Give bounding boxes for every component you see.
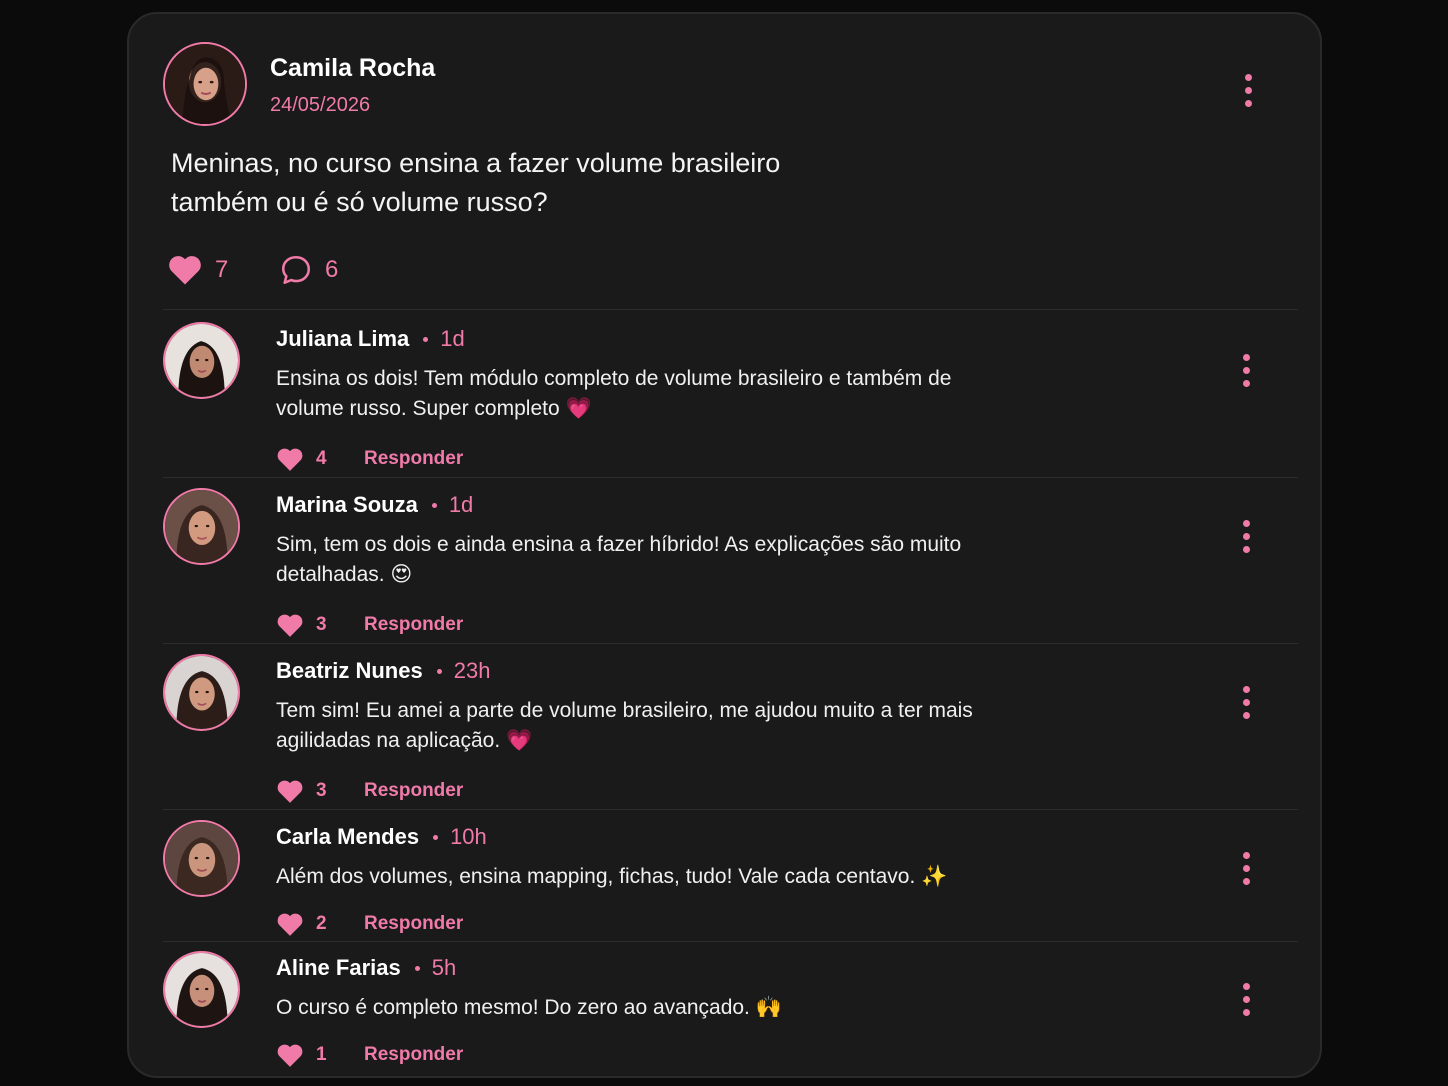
heart-icon [277,913,303,936]
comment-time: 1d [440,326,465,351]
comment-avatar[interactable] [163,654,240,731]
comment-like-count: 3 [316,780,327,801]
comment-like-button[interactable]: 4 [276,447,346,472]
comment-avatar[interactable] [163,820,240,897]
post-actions: 7 6 [167,250,427,290]
comment-like-button[interactable]: 3 [276,613,346,638]
post-author-name[interactable]: Camila Rocha [270,54,435,83]
comment-actions: 2 Responder [276,909,463,939]
heart-icon [277,1044,303,1067]
post-body: Meninas, no curso ensina a fazer volume … [171,148,781,217]
comment-like-count: 1 [316,1044,327,1065]
comment-time: 23h [453,658,491,683]
reply-button[interactable]: Responder [364,780,463,802]
comment-item: Marina Souza 1d Sim, tem os dois e ainda… [163,488,1298,638]
comment-header: Juliana Lima 1d [276,326,465,352]
comment-avatar[interactable] [163,322,240,399]
post-author-avatar[interactable] [163,42,247,126]
comment-like-count: 4 [316,448,327,469]
comment-like-button[interactable]: 1 [276,1043,346,1068]
post-comment-button[interactable]: 6 [279,250,338,290]
avatar-photo [165,324,238,397]
comment-text: O curso é completo mesmo! Do zero ao ava… [276,996,782,1019]
comment-item: Beatriz Nunes 23h Tem sim! Eu amei a par… [163,654,1298,804]
post-like-button[interactable]: 7 [167,250,228,290]
comment-actions: 4 Responder [276,444,463,474]
heart-icon [277,614,303,637]
comment-header: Aline Farias 5h [276,955,456,981]
comment-bubble-icon [281,255,311,285]
reply-button[interactable]: Responder [364,614,463,636]
post-date: 24/05/2026 [270,94,371,116]
comment-like-button[interactable]: 3 [276,779,346,804]
comment-author[interactable]: Aline Farias [276,955,401,981]
comment-time: 5h [431,955,457,980]
comment-item: Aline Farias 5h O curso é completo mesmo… [163,951,1298,1071]
comment-more-options-icon[interactable] [1238,850,1256,890]
comment-item: Carla Mendes 10h Além dos volumes, ensin… [163,820,1298,940]
comment-text: Além dos volumes, ensina mapping, fichas… [276,865,948,888]
post-comment-count: 6 [325,256,339,283]
post-more-options-icon[interactable] [1240,72,1258,112]
avatar-photo [165,656,238,729]
divider [163,941,1298,942]
comment-text: Ensina os dois! Tem módulo completo de v… [276,367,952,420]
comment-like-count: 2 [316,913,327,934]
comment-author[interactable]: Carla Mendes [276,824,419,850]
comment-like-count: 3 [316,614,327,635]
comment-actions: 1 Responder [276,1040,463,1070]
comment-text: Tem sim! Eu amei a parte de volume brasi… [276,699,973,752]
comment-text: Sim, tem os dois e ainda ensina a fazer … [276,533,962,586]
reply-button[interactable]: Responder [364,448,463,470]
comment-actions: 3 Responder [276,776,463,806]
post-like-count: 7 [215,256,229,283]
comment-more-options-icon[interactable] [1238,684,1256,724]
divider [163,643,1298,644]
separator-dot [431,502,437,508]
comment-time: 10h [450,824,487,849]
avatar-photo [165,44,245,124]
comment-more-options-icon[interactable] [1238,981,1256,1021]
reply-button[interactable]: Responder [364,913,463,935]
heart-icon [169,256,201,285]
reply-button[interactable]: Responder [364,1044,463,1066]
heart-icon [277,448,303,471]
comment-author[interactable]: Beatriz Nunes [276,658,423,684]
post-header: Camila Rocha 24/05/2026 [163,42,1280,132]
avatar-photo [165,490,238,563]
comment-author[interactable]: Juliana Lima [276,326,409,352]
comment-more-options-icon[interactable] [1238,352,1256,392]
heart-icon [277,780,303,803]
comment-avatar[interactable] [163,488,240,565]
comment-header: Carla Mendes 10h [276,824,487,850]
comment-header: Beatriz Nunes 23h [276,658,490,684]
comment-more-options-icon[interactable] [1238,518,1256,558]
separator-dot [436,668,442,674]
comment-like-button[interactable]: 2 [276,912,346,937]
comment-avatar[interactable] [163,951,240,1028]
divider [163,309,1298,310]
divider [163,477,1298,478]
comment-item: Juliana Lima 1d Ensina os dois! Tem módu… [163,322,1298,472]
comment-actions: 3 Responder [276,610,463,640]
avatar-photo [165,822,238,895]
divider [163,809,1298,810]
avatar-photo [165,953,238,1026]
separator-dot [433,834,439,840]
comment-author[interactable]: Marina Souza [276,492,418,518]
post-card: Camila Rocha 24/05/2026 Meninas, no curs… [127,12,1322,1078]
comment-time: 1d [448,492,474,517]
separator-dot [414,965,420,971]
comment-header: Marina Souza 1d [276,492,473,518]
separator-dot [423,336,429,342]
